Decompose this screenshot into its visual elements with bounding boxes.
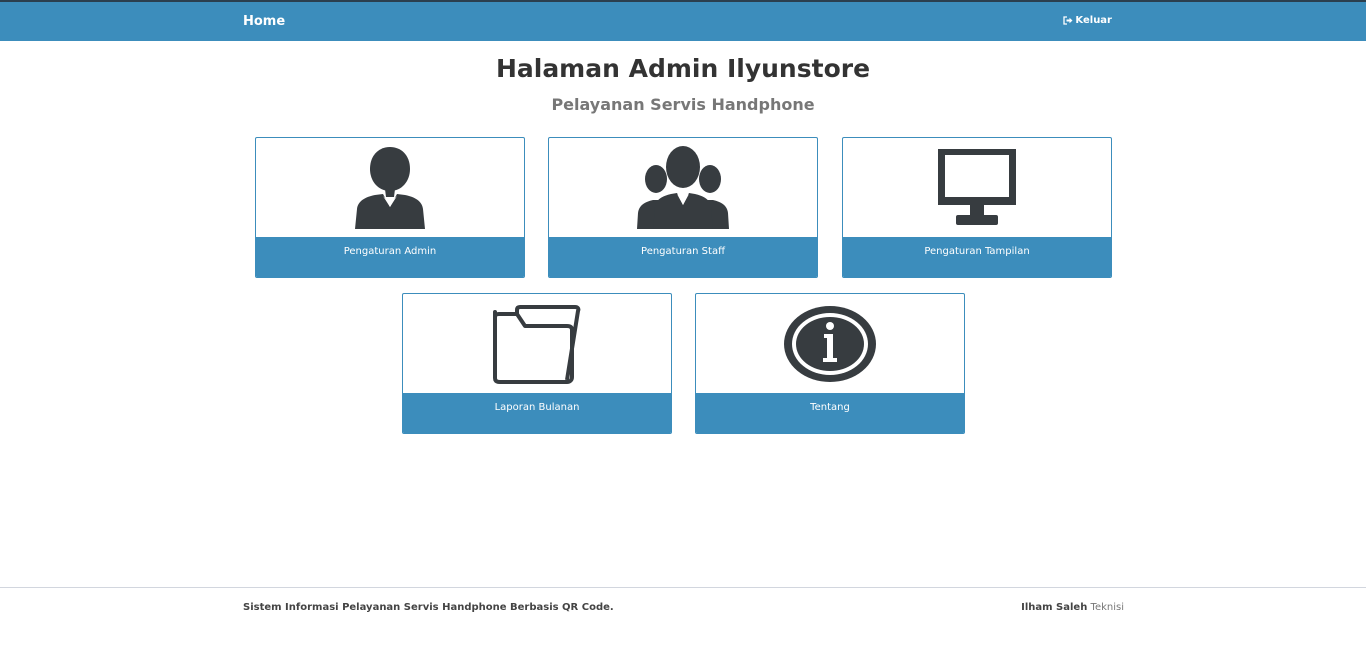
logout-label: Keluar: [1075, 15, 1112, 26]
user-icon: [355, 147, 425, 229]
tile-label: Pengaturan Staff: [549, 237, 817, 277]
users-group-icon: [637, 146, 729, 229]
sign-out-icon: [1063, 16, 1073, 25]
tile-pengaturan-admin[interactable]: Pengaturan Admin: [255, 137, 525, 278]
footer-credit: Ilham Saleh Teknisi: [1021, 602, 1124, 613]
footer: Sistem Informasi Pelayanan Servis Handph…: [0, 587, 1366, 651]
folder-icon: [493, 305, 581, 384]
footer-role: Teknisi: [1090, 602, 1124, 613]
monitor-icon: [938, 149, 1016, 225]
tile-label: Laporan Bulanan: [403, 393, 671, 433]
footer-author: Ilham Saleh: [1021, 602, 1088, 613]
info-icon: [784, 306, 876, 382]
tile-tentang[interactable]: Tentang: [695, 293, 965, 434]
tile-pengaturan-tampilan[interactable]: Pengaturan Tampilan: [842, 137, 1112, 278]
tile-label: Tentang: [696, 393, 964, 433]
page-subtitle: Pelayanan Servis Handphone: [551, 95, 815, 114]
footer-description: Sistem Informasi Pelayanan Servis Handph…: [243, 602, 614, 613]
tile-label: Pengaturan Tampilan: [843, 237, 1111, 277]
tile-pengaturan-staff[interactable]: Pengaturan Staff: [548, 137, 818, 278]
logout-button[interactable]: Keluar: [1063, 15, 1112, 26]
tile-laporan-bulanan[interactable]: Laporan Bulanan: [402, 293, 672, 434]
page-title: Halaman Admin Ilyunstore: [495, 54, 871, 83]
tile-label: Pengaturan Admin: [256, 237, 524, 277]
home-link[interactable]: Home: [243, 14, 285, 29]
top-navbar: Home Keluar: [0, 0, 1366, 41]
